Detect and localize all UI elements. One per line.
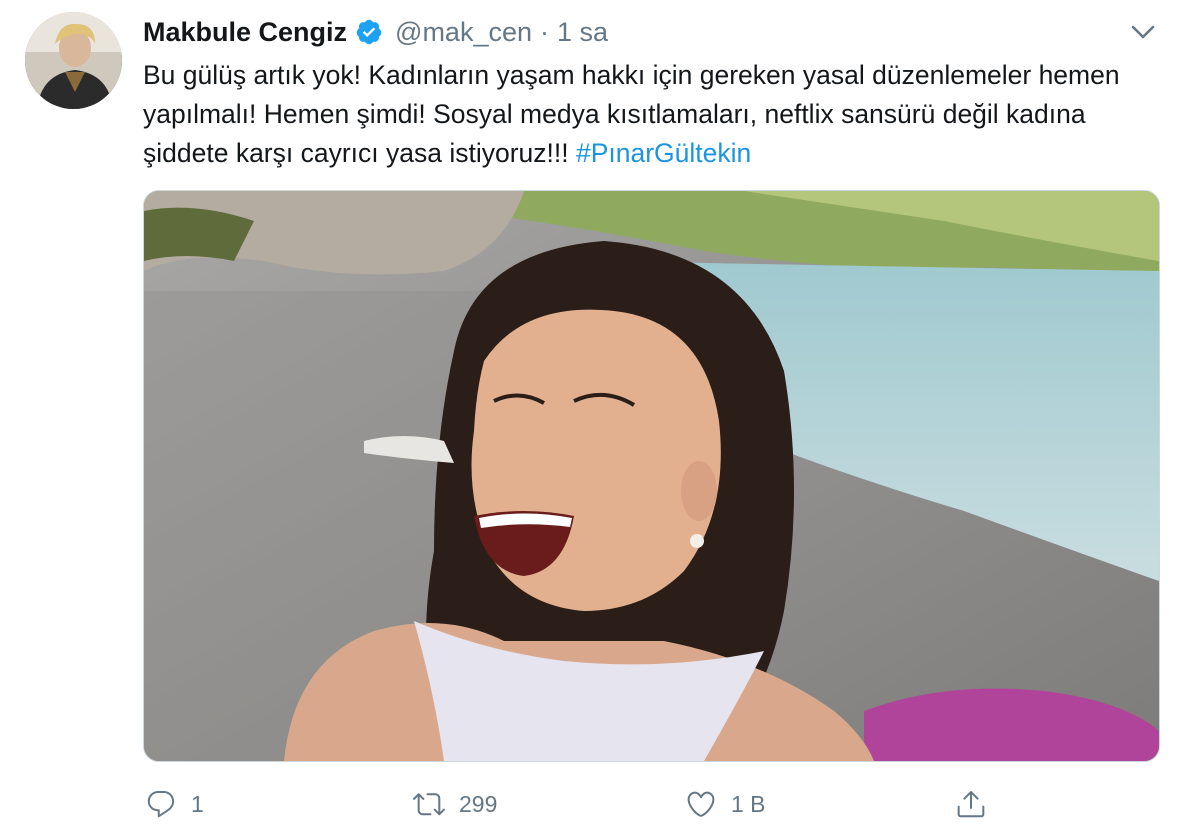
- reply-icon: [147, 790, 175, 818]
- author-name[interactable]: Makbule Cengiz: [143, 17, 347, 48]
- tweet-actions: 1 299 1 B: [143, 784, 1163, 824]
- tweet-header: Makbule Cengiz @mak_cen · 1 sa: [143, 14, 608, 50]
- separator-dot: ·: [540, 16, 549, 47]
- like-count: 1 B: [731, 790, 766, 817]
- share-icon: [957, 791, 985, 818]
- retweet-button[interactable]: 299: [413, 784, 497, 824]
- reply-button[interactable]: 1: [145, 784, 204, 824]
- heart-icon: [687, 791, 715, 817]
- author-avatar[interactable]: [25, 12, 122, 109]
- tweet-timestamp[interactable]: 1 sa: [557, 17, 608, 48]
- retweet-icon: [413, 793, 445, 816]
- retweet-count: 299: [459, 790, 498, 817]
- avatar-photo: [25, 12, 122, 109]
- tweet-text: Bu gülüş artık yok! Kadınların yaşam hak…: [143, 56, 1163, 173]
- share-button[interactable]: [955, 784, 987, 824]
- hashtag-link[interactable]: #PınarGültekin: [576, 138, 751, 168]
- photo-image: [144, 191, 1159, 761]
- chevron-down-icon[interactable]: [1128, 20, 1158, 44]
- verified-badge-icon: [355, 18, 383, 46]
- tweet-photo[interactable]: [143, 190, 1160, 762]
- author-handle[interactable]: @mak_cen: [395, 17, 532, 48]
- like-button[interactable]: 1 B: [685, 784, 766, 824]
- reply-count: 1: [191, 790, 204, 817]
- tweet[interactable]: Makbule Cengiz @mak_cen · 1 sa Bu gülüş …: [0, 0, 1186, 838]
